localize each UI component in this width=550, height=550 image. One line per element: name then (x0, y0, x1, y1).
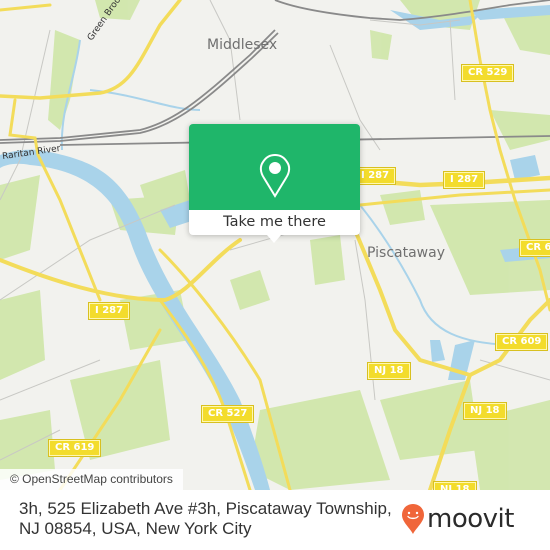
road-shield-cr-66: CR 66 (518, 239, 550, 257)
road-shield-cr-527: CR 527 (200, 405, 255, 423)
map-attribution[interactable]: © OpenStreetMap contributors (0, 469, 183, 490)
road-shield-cr-619: CR 619 (47, 439, 102, 457)
road-shield-i-287: I 287 (442, 171, 486, 189)
road-shield-cr-529: CR 529 (460, 64, 515, 82)
location-popup: Take me there (189, 124, 360, 243)
moovit-logo[interactable]: moovit (401, 503, 514, 535)
take-me-there-button[interactable]: Take me there (189, 210, 360, 235)
map-pin-icon (259, 154, 291, 198)
road-shield-i-287: I 287 (353, 167, 397, 185)
place-label-piscataway: Piscataway (367, 245, 445, 261)
popup-pointer (267, 235, 281, 243)
road-shield-nj-18: NJ 18 (463, 402, 507, 420)
footer: 3h, 525 Elizabeth Ave #3h, Piscataway To… (0, 490, 550, 550)
moovit-pin-icon (402, 504, 424, 534)
moovit-wordmark: moovit (427, 504, 514, 534)
map-view[interactable]: Middlesex Piscataway Green Brook Raritan… (0, 0, 550, 490)
road-shield-cr-609: CR 609 (494, 333, 549, 351)
road-shield-nj-18: NJ 18 (367, 362, 411, 380)
popup-header (189, 124, 360, 210)
road-shield-i-287: I 287 (87, 302, 131, 320)
road-shield-nj-18: NJ 18 (433, 481, 477, 490)
place-label-middlesex: Middlesex (207, 37, 278, 53)
address-text: 3h, 525 Elizabeth Ave #3h, Piscataway To… (19, 499, 392, 538)
